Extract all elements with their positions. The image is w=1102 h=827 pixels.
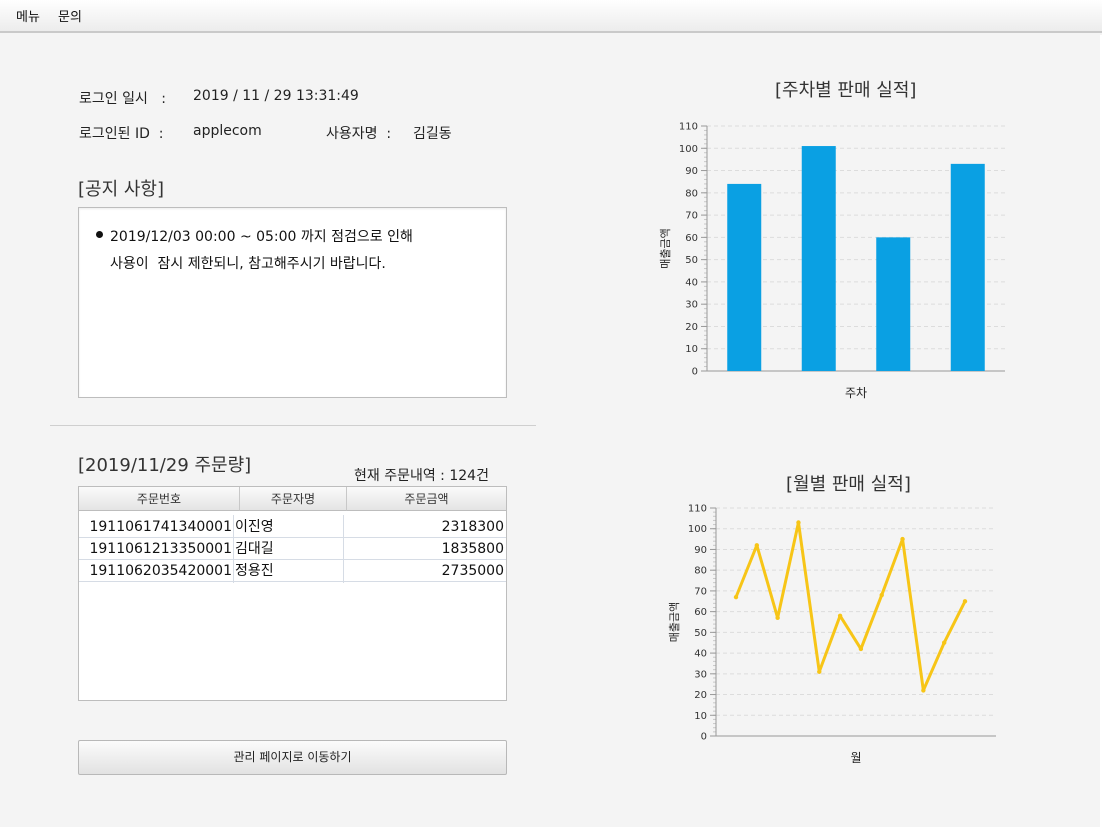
data-point [837,613,843,618]
monthly-chart-title: [월별 판매 실적] [786,474,911,495]
menu-item-inquiry[interactable]: 문의 [58,6,82,25]
customer-name-cell: 이진영 [235,519,274,535]
y-tick-label: 30 [694,669,707,680]
y-tick-label: 20 [685,322,698,333]
y-tick-label: 10 [694,711,707,722]
data-point [921,688,926,693]
data-point [858,646,864,652]
notice-line-1: 2019/12/03 00:00 ~ 05:00 까지 점검으로 인해 [110,229,413,245]
y-tick-label: 80 [694,566,707,577]
data-point [733,594,739,600]
notice-line-2: 사용이 잠시 제한되니, 참고해주시기 바랍니다. [110,256,386,272]
notice-box: 2019/12/03 00:00 ~ 05:00 까지 점검으로 인해 사용이 … [78,207,507,398]
y-tick-label: 0 [692,367,698,378]
y-tick-label: 0 [701,732,707,743]
data-point [775,615,780,621]
y-tick-label: 80 [685,188,698,199]
data-point [879,592,884,598]
series-line [734,521,967,692]
y-tick-label: 90 [694,545,707,556]
column-header-amount[interactable]: 주문금액 [347,487,506,511]
y-tick-label: 10 [685,344,698,355]
section-divider [50,425,536,426]
orders-table[interactable]: 주문번호 주문자명 주문금액 1911061741340001 이진영 2318… [78,486,507,701]
x-axis-label: 주차 [845,386,867,400]
y-axis-label: 매출금액 [668,602,681,642]
login-time-value: 2019 / 11 / 29 13:31:49 [193,88,359,104]
column-separator [233,515,234,583]
y-tick-label: 50 [694,628,707,639]
order-count: 현재 주문내역 : 124건 [354,468,489,484]
y-tick-label: 100 [679,144,698,155]
user-name-value: 김길동 [413,126,452,142]
y-tick-label: 110 [688,504,707,515]
y-tick-label: 40 [685,277,698,288]
data-point [796,520,801,525]
bar [801,146,836,371]
notice-title: [공지 사항] [78,179,165,200]
y-tick-label: 110 [679,122,698,133]
y-tick-label: 100 [688,524,707,535]
login-time-label: 로그인 일시 : [79,91,166,107]
data-point [941,640,947,645]
user-name-label: 사용자명 : [326,126,392,142]
data-point [817,669,822,674]
weekly-chart-title: [주차별 판매 실적] [775,80,917,101]
orders-title: [2019/11/29 주문량] [78,455,252,476]
y-tick-label: 70 [685,211,698,222]
order-number-cell: 1911062035420001 [89,563,232,579]
x-axis-label: 월 [850,751,861,765]
amount-cell: 2318300 [441,519,504,535]
data-point [962,599,968,604]
bar [876,237,911,371]
y-tick-label: 40 [694,649,707,660]
y-tick-label: 60 [685,233,698,244]
y-tick-label: 20 [694,690,707,701]
column-separator [343,515,344,583]
y-tick-label: 70 [694,586,707,597]
admin-page-button[interactable]: 관리 페이지로 이동하기 [78,740,507,775]
login-id-value: applecom [193,123,262,139]
y-tick-label: 30 [685,300,698,311]
amount-cell: 2735000 [441,563,504,579]
table-row[interactable]: 1911061741340001 이진영 2318300 [79,516,506,538]
monthly-sales-chart: 0 10 20 30 40 50 60 70 80 90 100 110 매출금액월 [668,504,996,765]
order-number-cell: 1911061213350001 [89,541,232,557]
column-header-customer[interactable]: 주문자명 [240,487,347,511]
customer-name-cell: 정용진 [235,563,274,579]
login-id-label: 로그인된 ID : [79,126,164,142]
bullet-icon [96,231,103,238]
bar [727,183,762,371]
menu-item-menu[interactable]: 메뉴 [16,6,40,25]
y-tick-label: 60 [694,607,707,618]
order-number-cell: 1911061741340001 [89,519,232,535]
weekly-sales-chart: 0 10 20 30 40 50 60 70 80 90 100 110 매출금액주차 [659,122,1005,400]
table-row[interactable]: 1911062035420001 정용진 2735000 [79,560,506,582]
y-axis-label: 매출금액 [659,228,672,268]
data-point [754,543,760,548]
customer-name-cell: 김대길 [235,541,274,557]
bar [950,163,985,371]
data-point [900,536,905,542]
y-tick-label: 50 [685,255,698,266]
table-row[interactable]: 1911061213350001 김대길 1835800 [79,538,506,560]
y-tick-label: 90 [685,166,698,177]
menu-bar: 메뉴 문의 [0,0,1102,33]
amount-cell: 1835800 [441,541,504,557]
column-header-order-no[interactable]: 주문번호 [79,487,240,511]
